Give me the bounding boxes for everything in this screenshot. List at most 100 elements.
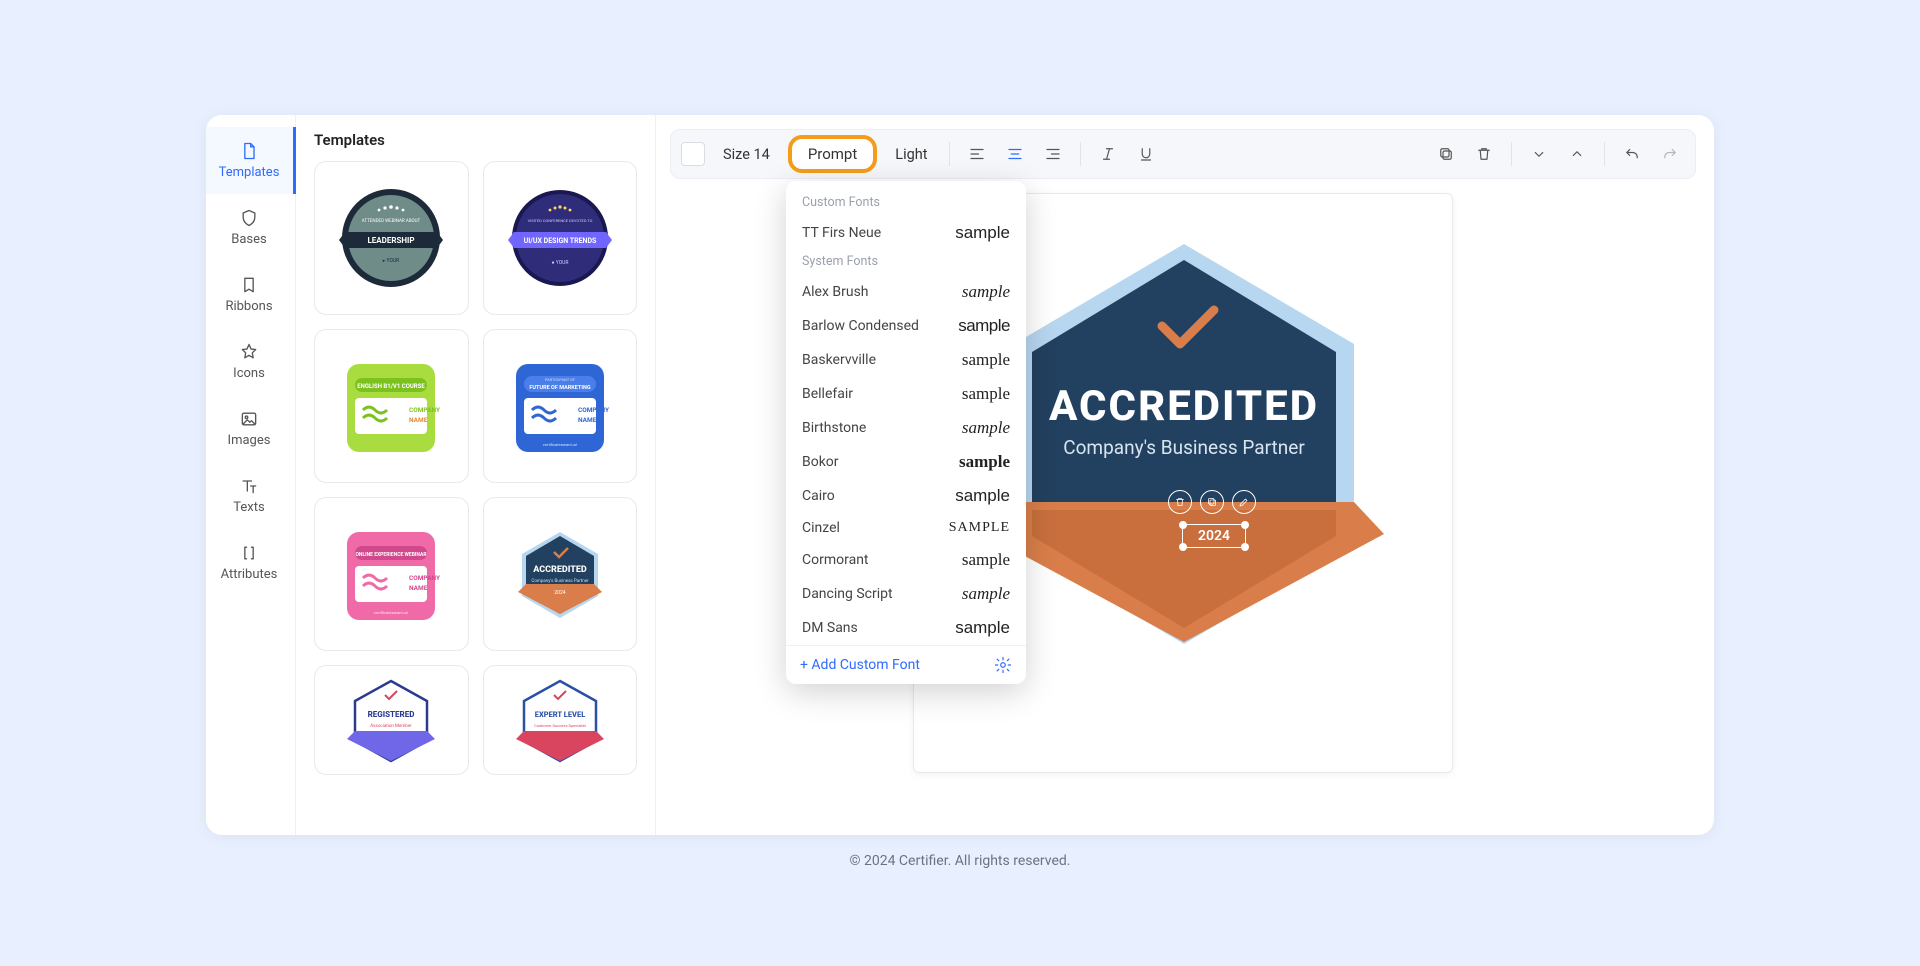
sidebar-item-label: Icons [233,366,265,381]
redo-icon[interactable] [1655,139,1685,169]
sidebar-item-label: Images [228,433,271,448]
svg-text:NAME: NAME [409,416,428,424]
underline-icon[interactable] [1131,139,1161,169]
font-option[interactable]: Cairosample [786,479,1026,513]
app-window: Templates Bases Ribbons Icons Images Tex… [206,115,1714,835]
template-registered[interactable]: REGISTERED Association Member [314,665,469,775]
template-expert[interactable]: EXPERT LEVEL Customer Success Specialist [483,665,638,775]
gear-icon[interactable] [994,656,1012,674]
align-left-icon[interactable] [962,139,992,169]
template-online-exp[interactable]: ONLINE EXPERIENCE WEBINAR COMPANY NAME c… [314,497,469,651]
shield-icon [239,208,259,228]
bookmark-icon [239,275,259,295]
svg-text:PARTICIPANT OF: PARTICIPANT OF [545,377,576,382]
font-option[interactable]: Cormorantsample [786,543,1026,577]
svg-text:● YOUR: ● YOUR [551,260,568,266]
svg-text:LEADERSHIP: LEADERSHIP [368,236,415,245]
sidebar-item-label: Templates [219,165,280,180]
ctx-edit-icon[interactable] [1232,490,1256,514]
align-center-icon[interactable] [1000,139,1030,169]
svg-text:UI/UX DESIGN TRENDS: UI/UX DESIGN TRENDS [523,237,596,245]
font-section-system: System Fonts [786,250,1026,275]
font-option[interactable]: DM Sanssample [786,611,1026,645]
sidebar-item-ribbons[interactable]: Ribbons [206,261,296,328]
image-icon [239,409,259,429]
canvas-area: Size 14 Prompt Light [656,115,1714,835]
template-uiux[interactable]: VISITED CONFERENCE DEVOTED TO UI/UX DESI… [483,161,638,315]
type-icon [239,476,259,496]
template-marketing[interactable]: PARTICIPANT OF FUTURE OF MARKETING COMPA… [483,329,638,483]
font-family-button[interactable]: Prompt [788,135,877,173]
font-option[interactable]: Bellefairsample [786,377,1026,411]
ctx-copy-icon[interactable] [1200,490,1224,514]
panel-title: Templates [314,131,637,149]
svg-text:certificateaward.url: certificateaward.url [543,442,577,447]
sidebar-item-attributes[interactable]: Attributes [206,529,296,596]
svg-text:Customer Success Specialist: Customer Success Specialist [534,723,586,728]
undo-icon[interactable] [1617,139,1647,169]
sidebar-item-icons[interactable]: Icons [206,328,296,395]
svg-text:COMPANY: COMPANY [578,406,610,414]
template-leadership[interactable]: ATTENDED WEBINAR ABOUT LEADERSHIP ▸ YOUR [314,161,469,315]
selection-context-tools [1168,490,1256,514]
selected-text-year[interactable]: 2024 [1182,524,1246,548]
font-section-custom: Custom Fonts [786,191,1026,216]
chevron-down-icon[interactable] [1524,139,1554,169]
svg-text:▸ YOUR: ▸ YOUR [383,258,399,264]
font-option[interactable]: Bokorsample [786,445,1026,479]
trash-icon[interactable] [1469,139,1499,169]
align-right-icon[interactable] [1038,139,1068,169]
svg-text:COMPANY: COMPANY [409,574,441,582]
svg-text:ONLINE EXPERIENCE WEBINAR: ONLINE EXPERIENCE WEBINAR [356,552,428,558]
sidebar-item-label: Texts [233,500,264,515]
svg-text:2024: 2024 [554,590,565,596]
sidebar-item-images[interactable]: Images [206,395,296,462]
italic-icon[interactable] [1093,139,1123,169]
text-toolbar: Size 14 Prompt Light [670,129,1696,179]
template-english[interactable]: ENGLISH B1/V1 COURSE COMPANY NAME [314,329,469,483]
svg-text:FUTURE OF MARKETING: FUTURE OF MARKETING [529,385,590,391]
svg-text:Association Member: Association Member [371,723,413,729]
font-option[interactable]: Baskervvillesample [786,343,1026,377]
sidebar: Templates Bases Ribbons Icons Images Tex… [206,115,296,835]
svg-text:VISITED CONFERENCE DEVOTED TO: VISITED CONFERENCE DEVOTED TO [527,218,592,223]
star-icon [239,342,259,362]
svg-text:Company's Business Partner: Company's Business Partner [531,578,589,584]
svg-text:REGISTERED: REGISTERED [368,710,415,719]
svg-text:certificateaward.url: certificateaward.url [374,610,408,615]
svg-text:ENGLISH B1/V1 COURSE: ENGLISH B1/V1 COURSE [358,383,426,390]
svg-text:NAME: NAME [578,416,597,424]
sidebar-item-label: Attributes [221,567,278,582]
svg-text:COMPANY: COMPANY [409,406,441,414]
file-icon [239,141,259,161]
badge-title: ACCREDITED [1049,382,1319,431]
template-accredited[interactable]: ACCREDITED Company's Business Partner 20… [483,497,638,651]
font-dropdown: Custom Fonts TT Firs Neuesample System F… [786,181,1026,684]
font-weight-button[interactable]: Light [885,141,937,168]
color-swatch[interactable] [681,142,705,166]
add-custom-font-button[interactable]: + Add Custom Font [800,657,920,673]
sidebar-item-bases[interactable]: Bases [206,194,296,261]
ctx-delete-icon[interactable] [1168,490,1192,514]
svg-text:ACCREDITED: ACCREDITED [533,565,587,575]
templates-panel: Templates ATTENDED WEBINAR ABOUT LEADERS… [296,115,656,835]
svg-text:EXPERT LEVEL: EXPERT LEVEL [534,710,585,719]
font-option[interactable]: Dancing Scriptsample [786,577,1026,611]
copy-icon[interactable] [1431,139,1461,169]
badge-subtitle: Company's Business Partner [1063,436,1305,459]
font-option[interactable]: Cinzelsample [786,513,1026,543]
font-option[interactable]: Barlow Condensedsample [786,309,1026,343]
sidebar-item-label: Bases [231,232,266,247]
font-size-button[interactable]: Size 14 [713,141,780,168]
font-option[interactable]: TT Firs Neuesample [786,216,1026,250]
badge-accredited[interactable]: ACCREDITED Company's Business Partner [984,234,1384,674]
sidebar-item-templates[interactable]: Templates [206,127,296,194]
footer-text: © 2024 Certifier. All rights reserved. [206,835,1714,869]
chevron-up-icon[interactable] [1562,139,1592,169]
sidebar-item-label: Ribbons [225,299,272,314]
font-option[interactable]: Alex Brushsample [786,275,1026,309]
svg-text:NAME: NAME [409,584,428,592]
sidebar-item-texts[interactable]: Texts [206,462,296,529]
svg-text:ATTENDED WEBINAR ABOUT: ATTENDED WEBINAR ABOUT [362,218,421,224]
font-option[interactable]: Birthstonesample [786,411,1026,445]
